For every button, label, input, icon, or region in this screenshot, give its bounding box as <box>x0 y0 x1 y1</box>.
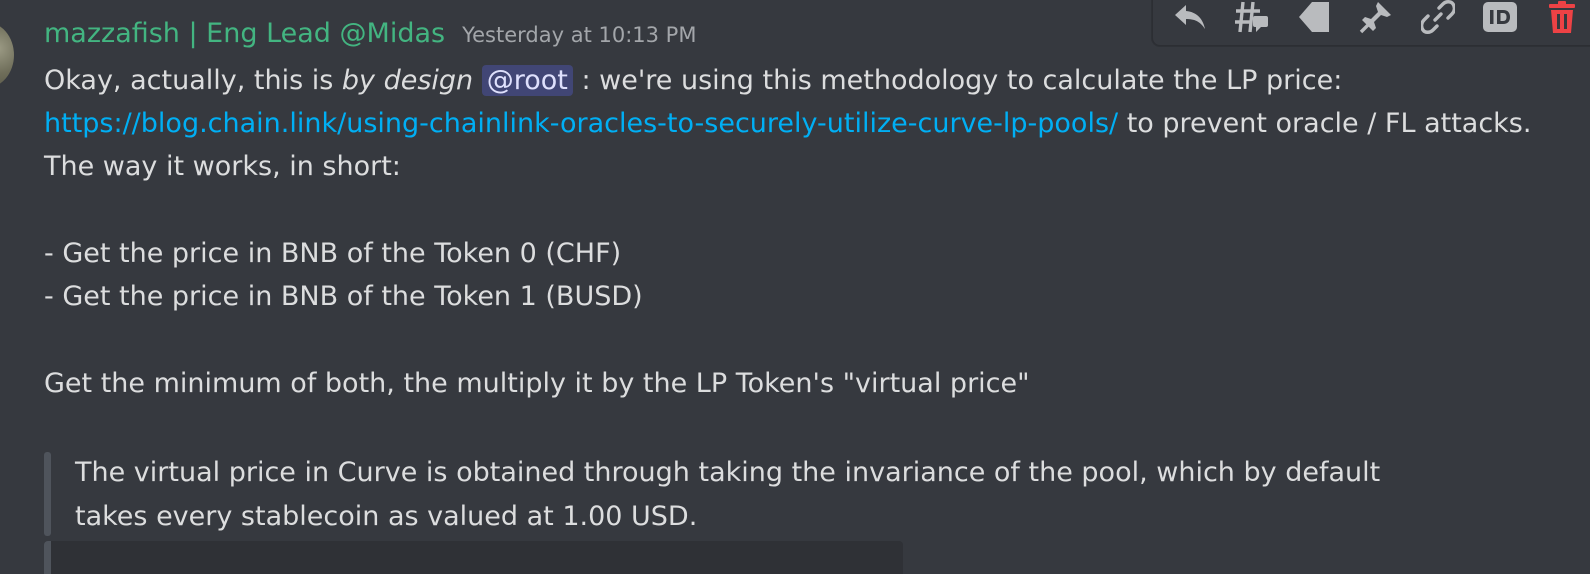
user-mention[interactable]: @root <box>481 65 573 96</box>
message-text: : we're using this methodology to calcul… <box>572 65 1343 96</box>
reply-icon <box>1175 5 1205 29</box>
avatar[interactable] <box>0 22 14 88</box>
message-text: Okay, actually, this is <box>44 65 342 96</box>
message-text: to prevent oracle / FL attacks. <box>1118 108 1532 139</box>
blockquote-bar <box>44 452 51 536</box>
code-block <box>44 541 903 574</box>
copy-link-button[interactable] <box>1407 0 1469 41</box>
message-line: Okay, actually, this is by design @root … <box>44 61 1342 101</box>
copy-id-icon <box>1483 2 1517 32</box>
create-thread-button[interactable] <box>1221 0 1283 41</box>
delete-button[interactable] <box>1531 0 1590 41</box>
blockquote: The virtual price in Curve is obtained t… <box>75 451 1380 539</box>
tag-icon <box>1299 2 1329 32</box>
username[interactable]: mazzafish | Eng Lead @Midas <box>44 18 445 49</box>
create-thread-icon <box>1235 1 1268 33</box>
pin-button[interactable] <box>1345 0 1407 41</box>
message-link[interactable]: https://blog.chain.link/using-chainlink-… <box>44 108 1118 139</box>
copy-id-button[interactable] <box>1469 0 1531 41</box>
message-line: https://blog.chain.link/using-chainlink-… <box>44 104 1531 144</box>
list-item: - Get the price in BNB of the Token 1 (B… <box>44 281 643 312</box>
pin-icon <box>1359 2 1391 34</box>
timestamp[interactable]: Yesterday at 10:13 PM <box>462 23 696 47</box>
reply-button[interactable] <box>1159 0 1221 41</box>
blockquote-line: takes every stablecoin as valued at 1.00… <box>75 501 698 532</box>
blockquote-line: The virtual price in Curve is obtained t… <box>75 457 1381 488</box>
list-item: - Get the price in BNB of the Token 0 (C… <box>44 238 622 269</box>
italic-text: by design <box>341 65 474 96</box>
message-action-toolbar <box>1152 0 1590 46</box>
delete-icon <box>1549 1 1575 33</box>
message-text: The way it works, in short: <box>44 151 401 182</box>
message-header: mazzafish | Eng Lead @Midas Yesterday at… <box>44 18 696 58</box>
chat-message: mazzafish | Eng Lead @Midas Yesterday at… <box>0 0 1590 574</box>
tag-button[interactable] <box>1283 0 1345 41</box>
copy-link-icon <box>1421 0 1455 34</box>
message-text: Get the minimum of both, the multiply it… <box>44 368 1030 399</box>
